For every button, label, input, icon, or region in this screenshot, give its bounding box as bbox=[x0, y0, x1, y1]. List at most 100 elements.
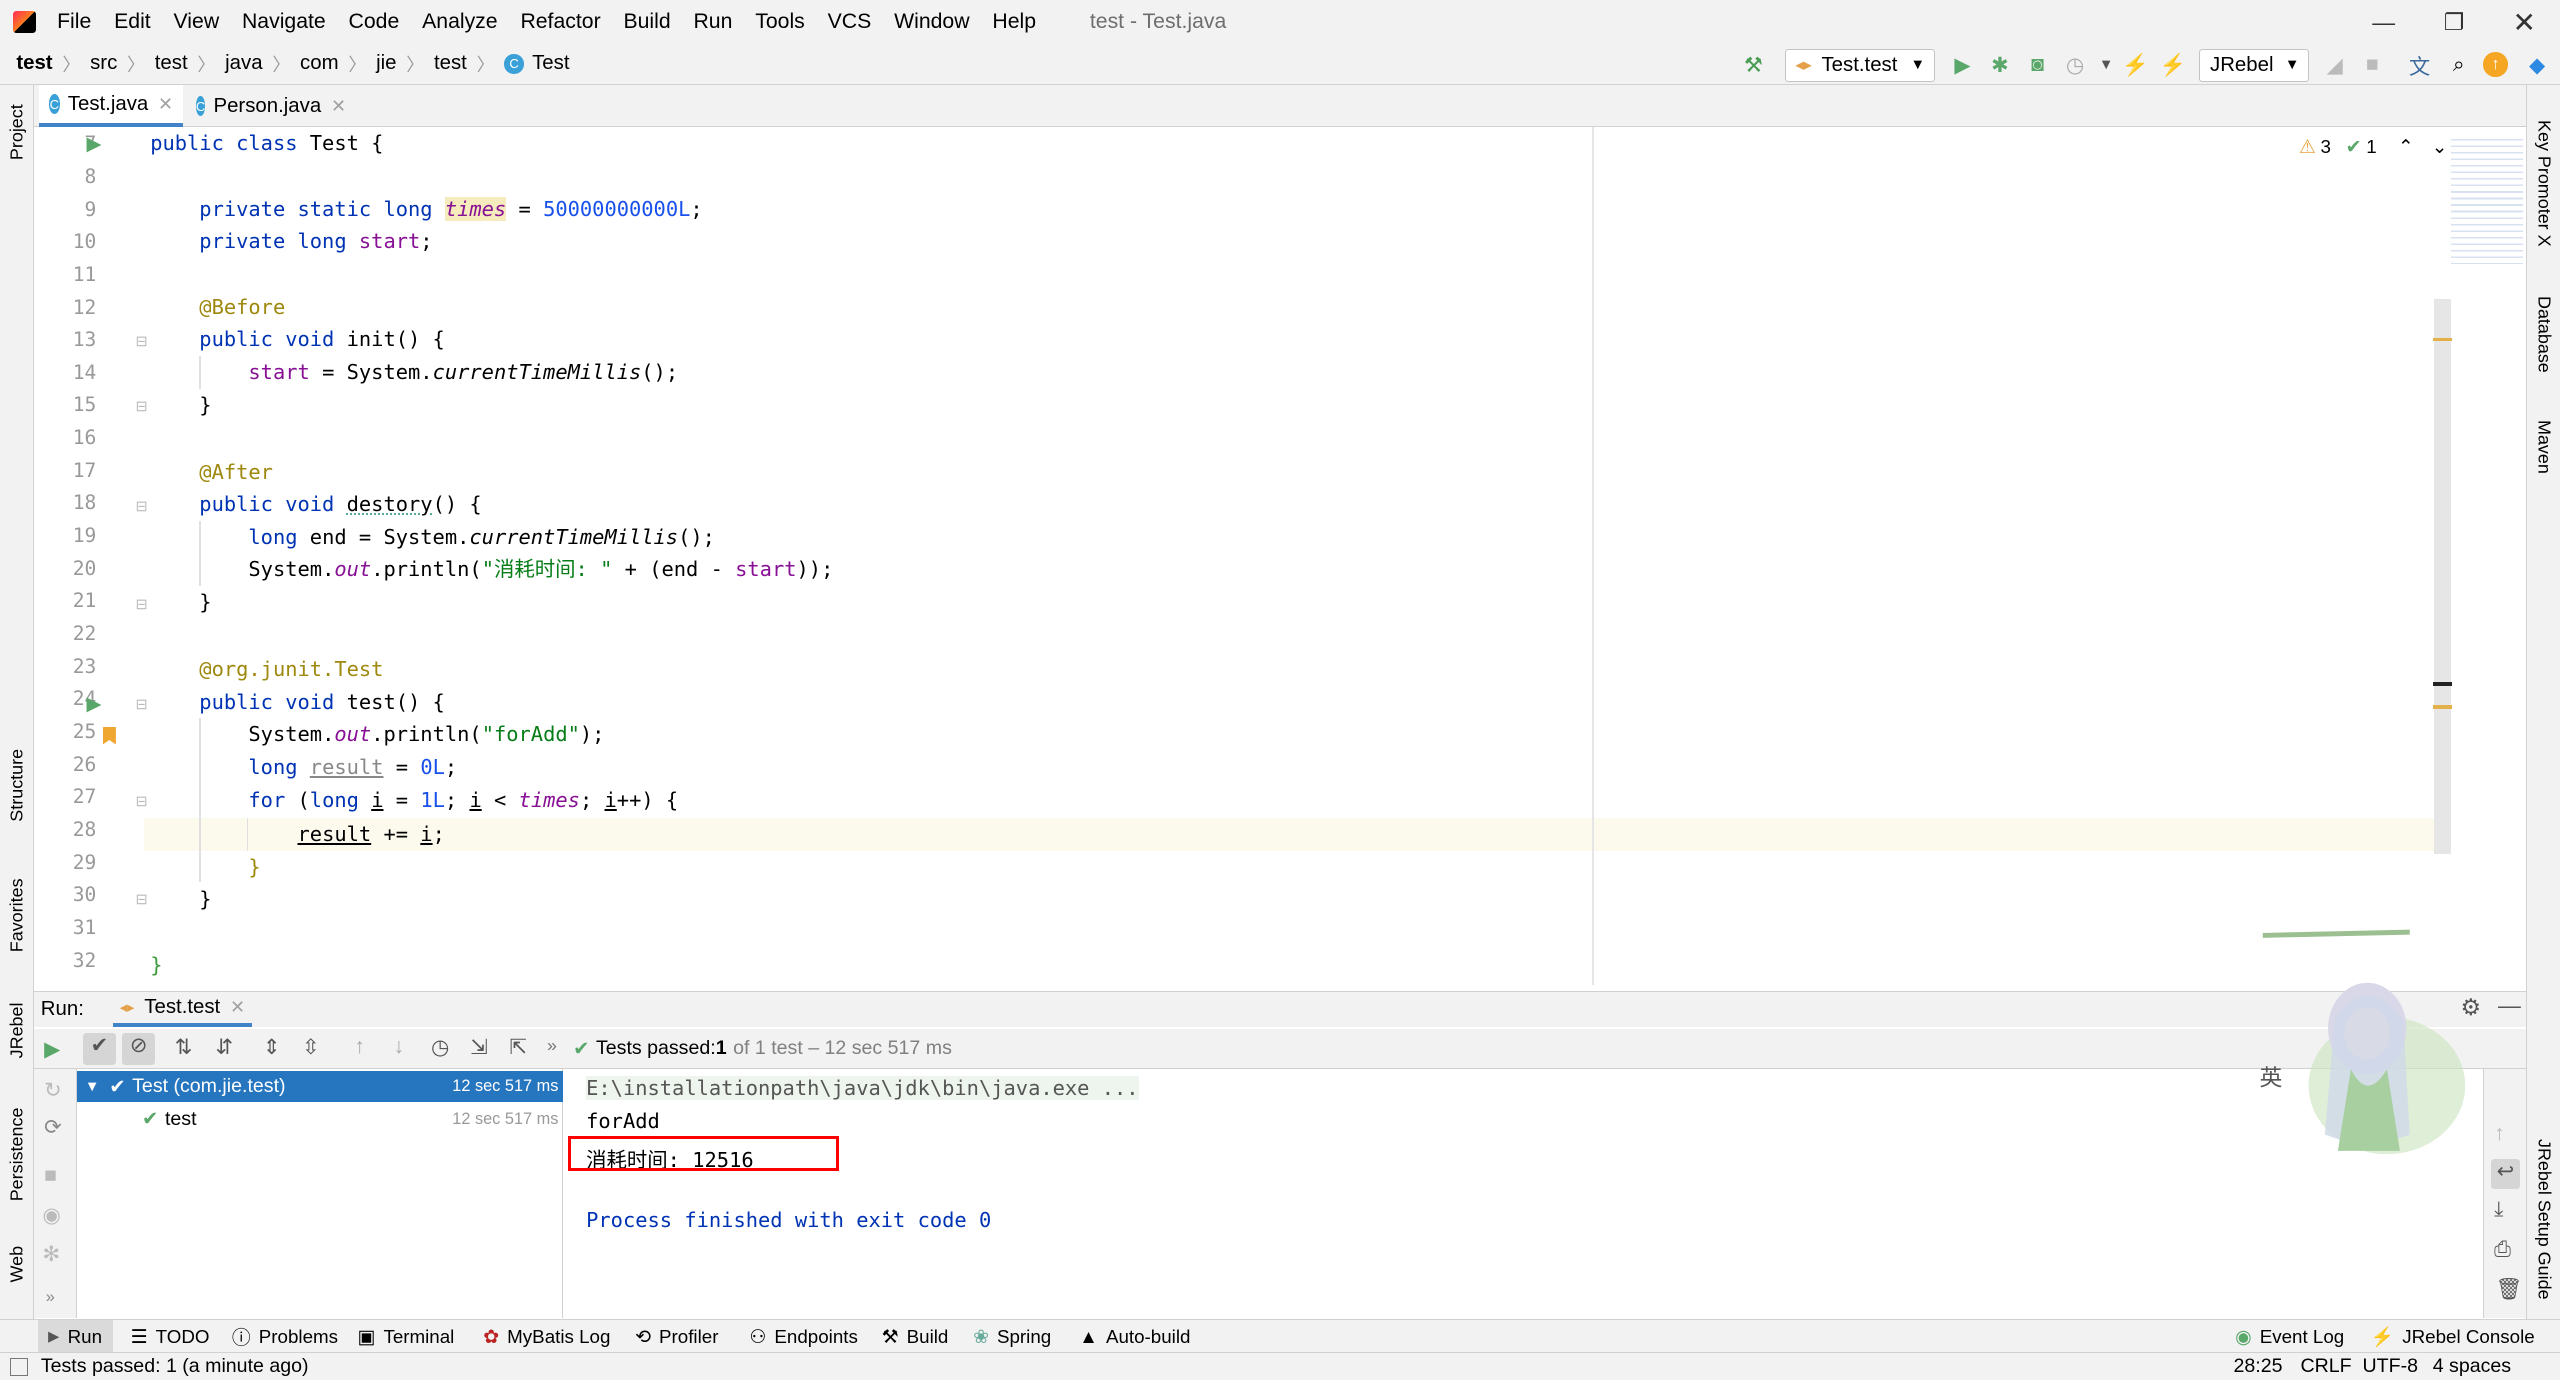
breadcrumb-class[interactable]: Test bbox=[532, 52, 569, 75]
tool-event-log[interactable]: ◉Event Log bbox=[2235, 1320, 2344, 1353]
collapse-all-icon[interactable]: ⇳ bbox=[302, 1035, 320, 1060]
search-icon[interactable]: ⌕ bbox=[2444, 52, 2473, 78]
tool-auto-build[interactable]: ▲Auto-build bbox=[1079, 1320, 1190, 1353]
line-separator[interactable]: CRLF bbox=[2300, 1355, 2351, 1378]
jrebel-run-icon[interactable]: ⚡ bbox=[2121, 52, 2150, 78]
update-available-icon[interactable]: ↑ bbox=[2483, 52, 2507, 76]
menu-window[interactable]: Window bbox=[889, 10, 974, 34]
menu-tools[interactable]: Tools bbox=[750, 10, 809, 34]
expand-all-icon[interactable]: ⇕ bbox=[263, 1035, 281, 1060]
minimize-icon[interactable]: — bbox=[2348, 0, 2420, 44]
menu-build[interactable]: Build bbox=[619, 10, 676, 34]
tab-project[interactable]: Project bbox=[0, 95, 34, 170]
tab-maven[interactable]: Maven bbox=[2527, 405, 2560, 490]
menu-navigate[interactable]: Navigate bbox=[237, 10, 331, 34]
code-editor[interactable]: public class Test { private static long … bbox=[144, 127, 2446, 984]
tool-profiler[interactable]: ⟲Profiler bbox=[635, 1320, 718, 1353]
tool-endpoints[interactable]: ⚇Endpoints bbox=[749, 1320, 857, 1353]
camera-icon[interactable]: ◉ bbox=[42, 1203, 61, 1228]
debug-icon[interactable]: ✱ bbox=[1985, 52, 2014, 78]
indent-setting[interactable]: 4 spaces bbox=[2433, 1355, 2511, 1378]
bookmark-icon[interactable] bbox=[103, 727, 116, 745]
sort-duration-icon[interactable]: ⇵ bbox=[216, 1035, 234, 1060]
settings-icon[interactable]: ✻ bbox=[42, 1242, 60, 1267]
next-icon[interactable]: ↓ bbox=[393, 1035, 404, 1059]
stop-icon[interactable]: ■ bbox=[44, 1164, 57, 1188]
rerun-icon[interactable]: ▶ bbox=[44, 1037, 60, 1062]
jrebel-debug-icon[interactable]: ⚡ bbox=[2158, 52, 2187, 78]
tool-mybatis-log[interactable]: ✿MyBatis Log bbox=[483, 1320, 610, 1353]
tree-row-test[interactable]: ✔ test 12 sec 517 ms bbox=[77, 1104, 564, 1135]
breadcrumb-test-pkg[interactable]: test bbox=[434, 52, 467, 75]
menu-file[interactable]: File bbox=[52, 10, 96, 34]
chevron-up-icon[interactable]: ⌃ bbox=[2398, 136, 2414, 158]
file-encoding[interactable]: UTF-8 bbox=[2363, 1355, 2418, 1378]
tab-key-promoter[interactable]: Key Promoter X bbox=[2527, 101, 2560, 264]
tab-test-java[interactable]: C Test.java ✕ bbox=[39, 85, 183, 127]
console-output[interactable]: E:\installationpath\java\jdk\bin\java.ex… bbox=[565, 1069, 2483, 1317]
history-icon[interactable]: ◷ bbox=[431, 1035, 450, 1060]
run-class-gutter-icon[interactable]: ▶ bbox=[87, 132, 102, 156]
breadcrumb-java[interactable]: java bbox=[225, 52, 262, 75]
jrebel-select[interactable]: JRebel ▼ bbox=[2199, 49, 2308, 82]
tool-run[interactable]: ▶Run bbox=[38, 1320, 113, 1353]
more-icon[interactable]: » bbox=[547, 1035, 557, 1056]
scroll-to-end-icon[interactable]: ⤓ bbox=[2494, 1198, 2503, 1222]
tab-web[interactable]: Web bbox=[0, 1236, 34, 1292]
close-icon[interactable]: ✕ bbox=[230, 997, 245, 1018]
menu-help[interactable]: Help bbox=[988, 10, 1041, 34]
run-icon[interactable]: ▶ bbox=[1948, 52, 1977, 78]
run-test-gutter-icon[interactable]: ▶ bbox=[87, 692, 102, 716]
tool-spring[interactable]: ❀Spring bbox=[973, 1320, 1051, 1353]
breadcrumb-com[interactable]: com bbox=[300, 52, 339, 75]
export-icon[interactable]: ⇱ bbox=[509, 1035, 527, 1060]
toggle-tool-windows-icon[interactable] bbox=[10, 1358, 28, 1376]
coverage-icon[interactable]: ◙ bbox=[2023, 52, 2052, 78]
menu-refactor[interactable]: Refactor bbox=[516, 10, 606, 34]
tab-jrebel-setup-guide[interactable]: JRebel Setup Guide bbox=[2527, 1130, 2560, 1310]
caret-position[interactable]: 28:25 bbox=[2234, 1355, 2283, 1378]
print-icon[interactable]: ⎙ bbox=[2494, 1238, 2511, 1262]
close-window-icon[interactable]: ✕ bbox=[2488, 0, 2560, 44]
show-ignored-icon[interactable]: ⊘ bbox=[122, 1033, 155, 1064]
menu-analyze[interactable]: Analyze bbox=[417, 10, 502, 34]
hide-icon[interactable]: — bbox=[2498, 992, 2521, 1019]
tab-jrebel[interactable]: JRebel bbox=[0, 991, 34, 1069]
scroll-up-icon[interactable]: ↑ bbox=[2494, 1122, 2505, 1146]
more-run-icon[interactable]: ▼ bbox=[2091, 52, 2120, 78]
close-icon[interactable]: ✕ bbox=[331, 96, 346, 117]
more-icon[interactable]: » bbox=[46, 1288, 55, 1307]
tool-jrebel-console[interactable]: ⚡JRebel Console bbox=[2371, 1320, 2535, 1353]
update-icon[interactable]: ◢ bbox=[2320, 52, 2349, 78]
run-tab[interactable]: ◂▸ Test.test ✕ bbox=[113, 992, 251, 1028]
scrollbar-track[interactable] bbox=[2434, 299, 2450, 854]
previous-icon[interactable]: ↑ bbox=[354, 1035, 365, 1059]
soft-wrap-icon[interactable]: ↩ bbox=[2491, 1159, 2520, 1188]
tab-structure[interactable]: Structure bbox=[0, 738, 34, 833]
close-icon[interactable]: ✕ bbox=[158, 94, 173, 115]
stop-icon[interactable]: ■ bbox=[2358, 52, 2387, 78]
breadcrumb-jie[interactable]: jie bbox=[376, 52, 396, 75]
sort-alpha-icon[interactable]: ⇅ bbox=[175, 1035, 193, 1060]
breadcrumb-src[interactable]: src bbox=[90, 52, 117, 75]
trash-icon[interactable]: 🗑 bbox=[2496, 1277, 2523, 1302]
restore-icon[interactable]: ❐ bbox=[2418, 0, 2490, 44]
tab-database[interactable]: Database bbox=[2527, 284, 2560, 385]
minimap[interactable] bbox=[2451, 134, 2523, 265]
menu-edit[interactable]: Edit bbox=[109, 10, 155, 34]
menu-run[interactable]: Run bbox=[689, 10, 738, 34]
tool-build[interactable]: ⚒Build bbox=[882, 1320, 949, 1353]
tool-todo[interactable]: ☰TODO bbox=[131, 1320, 210, 1353]
plugin-icon[interactable]: ◆ bbox=[2523, 52, 2552, 78]
run-config-select[interactable]: ◂▸ Test.test ▼ bbox=[1785, 49, 1935, 82]
menu-view[interactable]: View bbox=[169, 10, 224, 34]
menu-code[interactable]: Code bbox=[344, 10, 405, 34]
tree-row-class[interactable]: ▼ ✔ Test (com.jie.test) 12 sec 517 ms bbox=[77, 1071, 564, 1102]
chevron-down-icon[interactable]: ⌄ bbox=[2432, 136, 2448, 158]
breadcrumb-test[interactable]: test bbox=[155, 52, 188, 75]
rerun-failed-icon[interactable]: ↻ bbox=[44, 1078, 62, 1103]
inspection-widget[interactable]: ⚠3 ✔1 ⌃ ⌄ bbox=[2299, 136, 2448, 158]
translate-icon[interactable]: 文 bbox=[2405, 52, 2434, 78]
breadcrumb-project[interactable]: test bbox=[16, 52, 52, 75]
tab-favorites[interactable]: Favorites bbox=[0, 865, 34, 966]
